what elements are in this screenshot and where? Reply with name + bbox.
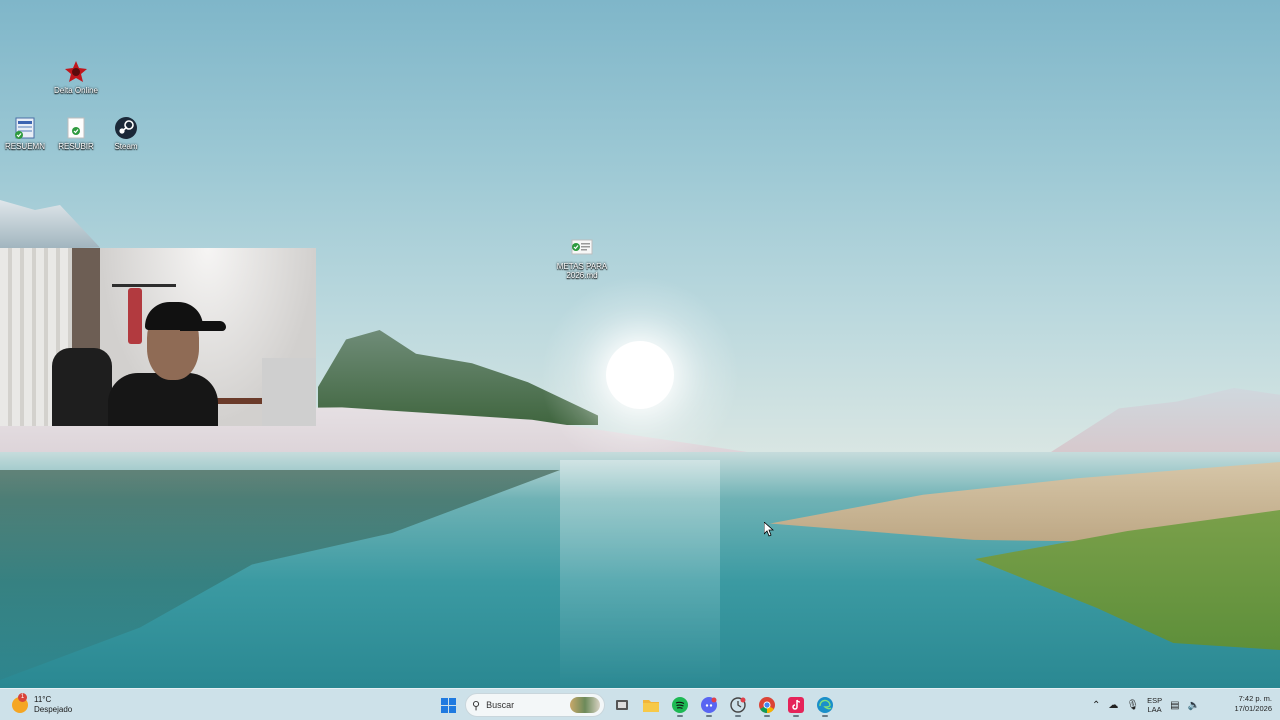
task-view-button[interactable] — [610, 693, 634, 717]
webcam-overlay — [0, 248, 316, 426]
wallpaper-water-shine — [560, 460, 720, 688]
app-clock-icon — [730, 697, 746, 713]
volume-icon[interactable]: 🔈 — [1188, 700, 1200, 711]
document-file-icon — [64, 116, 88, 140]
desktop-icon-steam[interactable]: Steam — [96, 116, 156, 151]
start-button[interactable] — [436, 693, 460, 717]
webcam-shelf — [262, 358, 316, 426]
webcam-coat-rack — [112, 284, 176, 287]
delta-online-icon — [64, 60, 88, 84]
microphone-icon[interactable]: 🎙 — [1126, 700, 1139, 711]
weather-badge: 1 — [18, 693, 27, 702]
edge-button[interactable] — [813, 693, 837, 717]
weather-condition: Despejado — [34, 705, 73, 714]
discord-icon — [701, 697, 717, 713]
desktop-icon-metas-para-2026[interactable]: METAS PARA 2026.md — [552, 236, 612, 280]
language-indicator[interactable]: ESP LAA — [1147, 696, 1162, 714]
language-code: ESP — [1147, 696, 1163, 705]
webcam-person-cap-brim — [180, 321, 226, 331]
clock-time: 7:42 p. m. — [1238, 694, 1272, 703]
windows-start-icon — [440, 697, 456, 713]
chrome-icon — [759, 697, 775, 713]
webcam-red-coat — [128, 288, 142, 344]
system-tray: ⌃ ☁ 🎙 ESP LAA ▤ 🔈 — [1092, 691, 1200, 719]
weather-temp: 11°C — [34, 695, 52, 704]
taskbar-search[interactable]: ⚲ Buscar — [465, 693, 605, 717]
spreadsheet-file-icon — [13, 116, 37, 140]
taskbar-apps: ⚲ Buscar — [436, 691, 837, 719]
search-placeholder: Buscar — [486, 700, 515, 710]
markdown-file-icon — [570, 236, 594, 260]
desktop-icon-label: METAS PARA 2026.md — [556, 262, 608, 280]
chevron-up-icon[interactable]: ⌃ — [1092, 700, 1100, 711]
spotify-button[interactable] — [668, 693, 692, 717]
weather-text: 11°C Despejado — [34, 695, 72, 715]
weather-sun-icon: 1 — [12, 693, 28, 713]
steam-icon — [114, 116, 138, 140]
desktop-icon-label: Delta Online — [53, 86, 99, 95]
chrome-button[interactable] — [755, 693, 779, 717]
desktop-icon-delta-online[interactable]: Delta Online — [46, 60, 106, 95]
discord-button[interactable] — [697, 693, 721, 717]
wallpaper-sun — [606, 341, 674, 409]
keyboard-layout: LAA — [1147, 705, 1162, 714]
tiktok-icon — [788, 697, 804, 713]
file-explorer-button[interactable] — [639, 693, 663, 717]
search-icon: ⚲ — [472, 699, 481, 712]
clock-date: 17/01/2026 — [1234, 704, 1272, 713]
spotify-icon — [672, 697, 688, 713]
weather-widget[interactable]: 1 11°C Despejado — [12, 692, 72, 718]
task-view-icon — [616, 700, 628, 710]
webcam-person-body — [108, 373, 218, 426]
clock-app-button[interactable] — [726, 693, 750, 717]
webcam-chair — [52, 348, 112, 426]
search-highlight-image — [570, 697, 600, 713]
file-explorer-icon — [643, 700, 659, 712]
tiktok-button[interactable] — [784, 693, 808, 717]
desktop-icon-label: Steam — [114, 142, 138, 151]
onedrive-cloud-icon[interactable]: ☁ — [1108, 700, 1118, 711]
mouse-cursor-icon — [763, 521, 775, 542]
network-icon[interactable]: ▤ — [1170, 700, 1179, 711]
taskbar-clock[interactable]: 7:42 p. m. 17/01/2026 — [1222, 694, 1272, 714]
taskbar: 1 11°C Despejado ⚲ Buscar ⌃ ☁ 🎙 ESP LAA … — [0, 688, 1280, 720]
edge-icon — [817, 697, 833, 713]
